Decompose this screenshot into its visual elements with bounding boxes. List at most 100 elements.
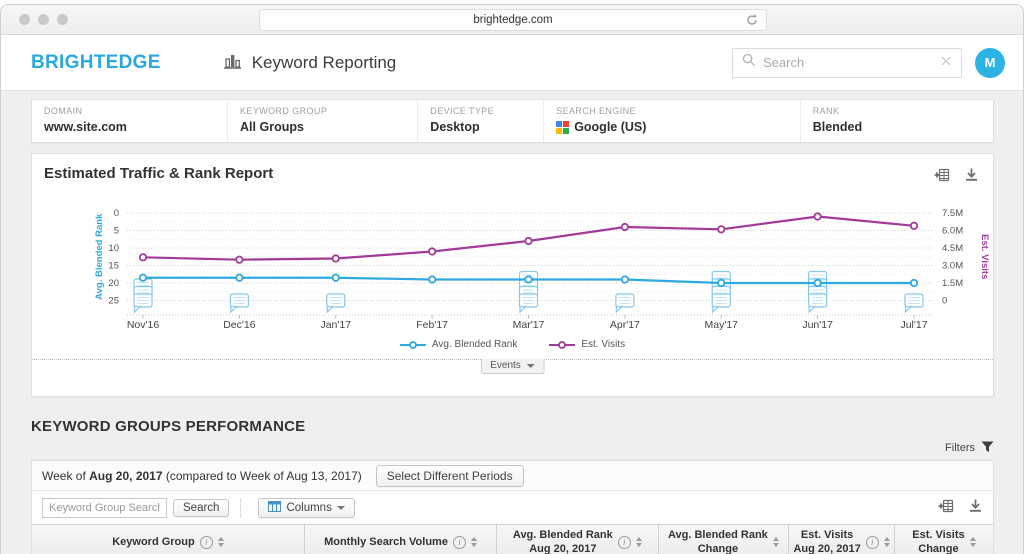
filter-value: All Groups	[240, 120, 417, 134]
svg-text:25: 25	[108, 296, 119, 307]
svg-text:Feb'17: Feb'17	[416, 319, 448, 331]
window-zoom-dot[interactable]	[57, 14, 68, 25]
column-header-label: Keyword Group	[112, 535, 195, 549]
column-header-avg-blended-rank[interactable]: Avg. Blended RankChange	[659, 525, 790, 554]
filter-bar: DOMAIN www.site.com KEYWORD GROUP All Group…	[31, 99, 994, 143]
download-icon[interactable]	[964, 167, 979, 187]
filter-label: DEVICE TYPE	[430, 106, 543, 116]
period-date: Aug 20, 2017	[89, 469, 162, 483]
sort-icon[interactable]	[636, 537, 642, 547]
filter-label: SEARCH ENGINE	[556, 106, 800, 116]
address-bar[interactable]: brightedge.com	[259, 9, 767, 31]
filter-domain[interactable]: DOMAIN www.site.com	[32, 100, 228, 142]
traffic-rank-chart[interactable]: 05101520257.5M6.0M4.5M3.0M1.5M0Avg. Blen…	[32, 199, 997, 333]
svg-text:0: 0	[942, 296, 947, 307]
chevron-down-icon	[337, 506, 345, 510]
sort-icon[interactable]	[471, 537, 477, 547]
browser-chrome: brightedge.com	[1, 5, 1023, 35]
window-controls[interactable]	[19, 14, 68, 25]
download-icon[interactable]	[968, 498, 983, 518]
column-header-est-visits[interactable]: Est. VisitsAug 20, 2017 i	[789, 525, 895, 554]
app-header: BRIGHTEDGE Keyword Reporting Search M	[1, 35, 1023, 91]
sort-icon[interactable]	[773, 537, 779, 547]
svg-text:5: 5	[114, 226, 119, 237]
svg-text:3.0M: 3.0M	[942, 261, 963, 272]
filter-value: www.site.com	[44, 120, 227, 134]
svg-text:0: 0	[114, 208, 119, 219]
svg-text:May'17: May'17	[704, 319, 738, 331]
svg-text:Mar'17: Mar'17	[513, 319, 545, 331]
sort-icon[interactable]	[884, 537, 890, 547]
legend-marker-icon	[549, 340, 575, 350]
filter-rank[interactable]: RANK Blended	[801, 100, 993, 142]
select-different-periods-button[interactable]: Select Different Periods	[376, 465, 524, 487]
keyword-group-search-input[interactable]	[42, 498, 167, 518]
clear-search-icon[interactable]	[940, 54, 952, 72]
filter-keyword-group[interactable]: KEYWORD GROUP All Groups	[228, 100, 418, 142]
svg-text:20: 20	[108, 278, 119, 289]
info-icon[interactable]: i	[618, 536, 631, 549]
traffic-rank-report-panel: Estimated Traffic & Rank Report 05101520…	[31, 153, 994, 397]
svg-text:Jan'17: Jan'17	[320, 319, 351, 331]
filter-value: Google (US)	[556, 120, 800, 134]
google-icon	[556, 121, 569, 134]
table-toolbar: Search Columns	[32, 491, 993, 524]
keyword-group-search-button[interactable]: Search	[173, 499, 229, 517]
svg-text:10: 10	[108, 243, 119, 254]
column-header-label: Monthly Search Volume	[324, 535, 448, 549]
events-toggle-button[interactable]: Events	[480, 359, 545, 374]
page-title-text: Keyword Reporting	[252, 53, 397, 73]
legend-item[interactable]: Avg. Blended Rank	[400, 339, 517, 350]
svg-text:Jun'17: Jun'17	[802, 319, 833, 331]
legend-item[interactable]: Est. Visits	[549, 339, 625, 350]
report-title: Estimated Traffic & Rank Report	[44, 165, 273, 182]
period-prefix: Week of	[42, 469, 89, 483]
main-content: DOMAIN www.site.com KEYWORD GROUP All Group…	[1, 91, 1023, 554]
chevron-down-icon	[527, 364, 535, 368]
info-icon[interactable]: i	[866, 536, 879, 549]
reload-icon[interactable]	[745, 13, 759, 30]
user-avatar[interactable]: M	[975, 48, 1005, 78]
svg-text:Nov'16: Nov'16	[127, 319, 160, 331]
section-title: KEYWORD GROUPS PERFORMANCE	[31, 418, 994, 435]
column-header-label: Avg. Blended RankAug 20, 2017	[513, 528, 613, 554]
info-icon[interactable]: i	[453, 536, 466, 549]
toolbar-divider	[240, 498, 241, 518]
window-minimize-dot[interactable]	[38, 14, 49, 25]
svg-text:7.5M: 7.5M	[942, 208, 963, 219]
page-title: Keyword Reporting	[223, 52, 397, 74]
legend-label: Est. Visits	[581, 339, 625, 350]
sort-icon[interactable]	[970, 537, 976, 547]
period-comparison: (compared to Week of Aug 13, 2017)	[163, 469, 362, 483]
column-header-label: Est. VisitsAug 20, 2017	[793, 528, 860, 554]
svg-text:Jul'17: Jul'17	[900, 319, 927, 331]
column-header-est-visits[interactable]: Est. VisitsChange	[895, 525, 993, 554]
events-strip: Events	[32, 359, 993, 380]
filters-label[interactable]: Filters	[945, 442, 975, 454]
global-search-field[interactable]: Search	[732, 48, 962, 78]
table-header-row: Keyword GroupiMonthly Search VolumeiAvg.…	[32, 524, 993, 554]
svg-text:4.5M: 4.5M	[942, 243, 963, 254]
filter-label: KEYWORD GROUP	[240, 106, 417, 116]
bar-chart-icon	[223, 52, 242, 74]
filter-device-type[interactable]: DEVICE TYPE Desktop	[418, 100, 544, 142]
filter-value: Desktop	[430, 120, 543, 134]
chart-legend: Avg. Blended Rank Est. Visits	[32, 339, 993, 350]
columns-button[interactable]: Columns	[258, 498, 354, 518]
sort-icon[interactable]	[218, 537, 224, 547]
column-header-keyword-group[interactable]: Keyword Group i	[32, 525, 305, 554]
add-to-report-icon[interactable]	[938, 498, 954, 518]
column-header-monthly-search-volume[interactable]: Monthly Search Volume i	[305, 525, 497, 554]
brightedge-logo[interactable]: BRIGHTEDGE	[31, 52, 161, 74]
window-close-dot[interactable]	[19, 14, 30, 25]
filter-value: Blended	[813, 120, 993, 134]
columns-grid-icon	[268, 501, 281, 515]
keyword-groups-table-panel: Week of Aug 20, 2017 (compared to Week o…	[31, 460, 994, 554]
add-to-report-icon[interactable]	[934, 167, 950, 187]
filter-label: DOMAIN	[44, 106, 227, 116]
filter-search-engine[interactable]: SEARCH ENGINE Google (US)	[544, 100, 801, 142]
filter-label: RANK	[813, 106, 993, 116]
filter-funnel-icon[interactable]	[981, 441, 994, 456]
column-header-avg-blended-rank[interactable]: Avg. Blended RankAug 20, 2017 i	[497, 525, 658, 554]
info-icon[interactable]: i	[200, 536, 213, 549]
